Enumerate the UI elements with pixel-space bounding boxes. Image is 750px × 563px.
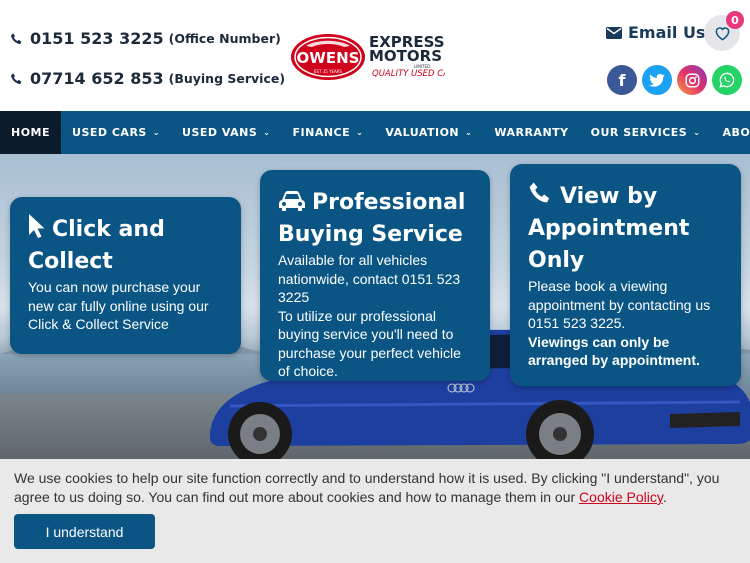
card-title-line2: Appointment bbox=[528, 216, 690, 241]
logo-owens: OWENS bbox=[297, 49, 360, 67]
nav-item-label: WARRANTY bbox=[494, 126, 569, 139]
card-body: Please book a viewing appointment by con… bbox=[528, 278, 711, 331]
buying-phone-number: 07714 652 853 bbox=[30, 69, 164, 88]
cookie-message-end: . bbox=[662, 489, 667, 505]
whatsapp-icon bbox=[719, 72, 735, 88]
nav-item-valuation[interactable]: VALUATION ⌄ bbox=[374, 111, 483, 154]
card-title-line1: Professional bbox=[312, 190, 466, 215]
favourites-count-badge: 0 bbox=[726, 11, 744, 29]
phone-icon bbox=[10, 72, 22, 84]
card-title-line2: Buying Service bbox=[278, 222, 463, 247]
nav-item-label: USED CARS bbox=[72, 126, 147, 139]
cursor-icon bbox=[29, 214, 45, 238]
instagram-icon bbox=[685, 73, 699, 87]
card-title: View by Appointment Only bbox=[528, 180, 723, 277]
chevron-down-icon: ⌄ bbox=[356, 128, 364, 137]
card-body: Available for all vehicles nationwide, c… bbox=[278, 252, 461, 305]
nav-item-label: OUR SERVICES bbox=[590, 126, 688, 139]
logo-tagline: QUALITY USED CARS bbox=[372, 69, 445, 79]
main-navigation: HOME USED CARS ⌄ USED VANS ⌄ FINANCE ⌄ VALU… bbox=[0, 111, 750, 154]
email-us-label: Email Us bbox=[628, 23, 706, 42]
cookie-message: We use cookies to help our site function… bbox=[14, 469, 739, 507]
instagram-link[interactable] bbox=[677, 65, 707, 95]
nav-item-used-vans[interactable]: USED VANS ⌄ bbox=[171, 111, 281, 154]
i-understand-button[interactable]: I understand bbox=[14, 514, 155, 549]
buying-phone-link[interactable]: 07714 652 853 (Buying Service) bbox=[10, 69, 285, 88]
nav-item-label: USED VANS bbox=[182, 126, 258, 139]
cookie-banner: We use cookies to help our site function… bbox=[0, 459, 750, 563]
twitter-icon bbox=[649, 73, 665, 87]
card-title: Professional Buying Service bbox=[278, 187, 472, 251]
nav-item-label: ABOUT bbox=[722, 126, 750, 139]
chevron-down-icon: ⌄ bbox=[465, 128, 473, 137]
chevron-down-icon: ⌄ bbox=[263, 128, 271, 137]
card-body-secondary: To utilize our professional buying servi… bbox=[278, 307, 461, 380]
nav-item-label: VALUATION bbox=[385, 126, 460, 139]
card-body: You can now purchase your new car fully … bbox=[28, 279, 209, 332]
card-title-line3: Only bbox=[528, 248, 585, 273]
card-body-emphasis: Viewings can only be arranged by appoint… bbox=[528, 333, 700, 369]
facebook-link[interactable]: f bbox=[607, 65, 637, 95]
nav-item-home[interactable]: HOME bbox=[0, 111, 62, 154]
nav-item-label: HOME bbox=[11, 126, 51, 139]
site-logo[interactable]: OWENS EST 35 YEARS EXPRESS MOTORS LIMITE… bbox=[290, 32, 445, 82]
view-by-appointment-card[interactable]: View by Appointment Only Please book a v… bbox=[510, 164, 741, 386]
nav-item-used-cars[interactable]: USED CARS ⌄ bbox=[61, 111, 171, 154]
nav-item-about[interactable]: ABOUT⌄ bbox=[711, 111, 750, 154]
click-and-collect-card[interactable]: Click and Collect You can now purchase y… bbox=[10, 197, 241, 354]
card-title-line1: Click and bbox=[52, 217, 165, 242]
chevron-down-icon: ⌄ bbox=[152, 128, 161, 137]
nav-item-our-services[interactable]: OUR SERVICES ⌄ bbox=[580, 111, 712, 154]
site-header: 0151 523 3225 (Office Number) 07714 652 … bbox=[0, 0, 750, 111]
nav-item-label: FINANCE bbox=[292, 126, 351, 139]
professional-buying-card[interactable]: Professional Buying Service Available fo… bbox=[260, 170, 490, 381]
nav-item-warranty[interactable]: WARRANTY bbox=[483, 111, 579, 154]
car-icon bbox=[279, 191, 305, 211]
phone-icon bbox=[529, 182, 550, 203]
office-phone-note: (Office Number) bbox=[168, 31, 281, 46]
buying-phone-note: (Buying Service) bbox=[168, 71, 286, 86]
card-title-line2: Collect bbox=[28, 249, 113, 274]
nav-item-finance[interactable]: FINANCE ⌄ bbox=[282, 111, 375, 154]
logo-est: EST 35 YEARS bbox=[314, 69, 343, 74]
card-title-line1: View by bbox=[560, 184, 658, 209]
email-us-link[interactable]: Email Us bbox=[606, 23, 705, 42]
chevron-down-icon: ⌄ bbox=[693, 128, 701, 137]
heart-icon bbox=[715, 26, 729, 41]
logo-motors: MOTORS bbox=[369, 47, 442, 65]
card-title: Click and Collect bbox=[28, 213, 223, 278]
envelope-icon bbox=[606, 26, 622, 39]
facebook-icon: f bbox=[618, 70, 626, 90]
office-phone-link[interactable]: 0151 523 3225 (Office Number) bbox=[10, 29, 281, 48]
twitter-link[interactable] bbox=[642, 65, 672, 95]
whatsapp-link[interactable] bbox=[712, 65, 742, 95]
cookie-policy-link[interactable]: Cookie Policy bbox=[579, 489, 663, 505]
phone-icon bbox=[10, 32, 22, 44]
office-phone-number: 0151 523 3225 bbox=[30, 29, 164, 48]
